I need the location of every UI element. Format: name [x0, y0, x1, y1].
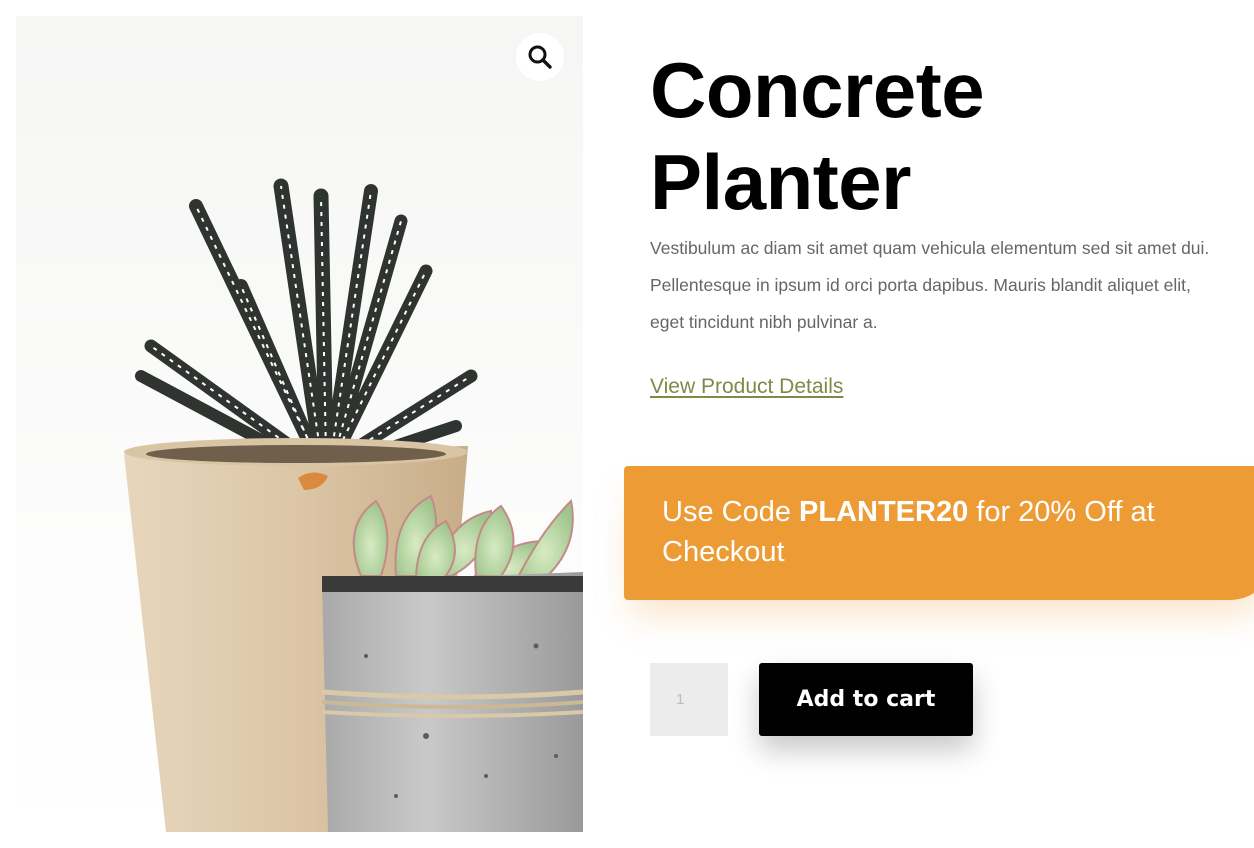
product-title-line1: Concrete: [650, 46, 985, 134]
promo-banner: Use Code PLANTER20 for 20% Off at Checko…: [624, 466, 1254, 600]
product-image[interactable]: [16, 16, 583, 832]
view-product-details-link[interactable]: View Product Details: [650, 372, 843, 402]
promo-text: Use Code PLANTER20 for 20% Off at Checko…: [662, 492, 1222, 572]
magnifier-zoom-icon: [528, 45, 552, 69]
promo-code: PLANTER20: [799, 496, 969, 528]
promo-prefix: Use Code: [662, 496, 800, 528]
planter-photo: [16, 16, 583, 832]
product-title: Concrete Planter: [650, 44, 1210, 228]
product-title-line2: Planter: [650, 138, 911, 226]
product-page: Concrete Planter Vestibulum ac diam sit …: [0, 0, 1254, 848]
quantity-input[interactable]: [650, 663, 728, 736]
zoom-button[interactable]: [516, 33, 564, 81]
product-description: Vestibulum ac diam sit amet quam vehicul…: [650, 238, 1210, 332]
add-to-cart-button[interactable]: Add to cart: [759, 663, 973, 736]
